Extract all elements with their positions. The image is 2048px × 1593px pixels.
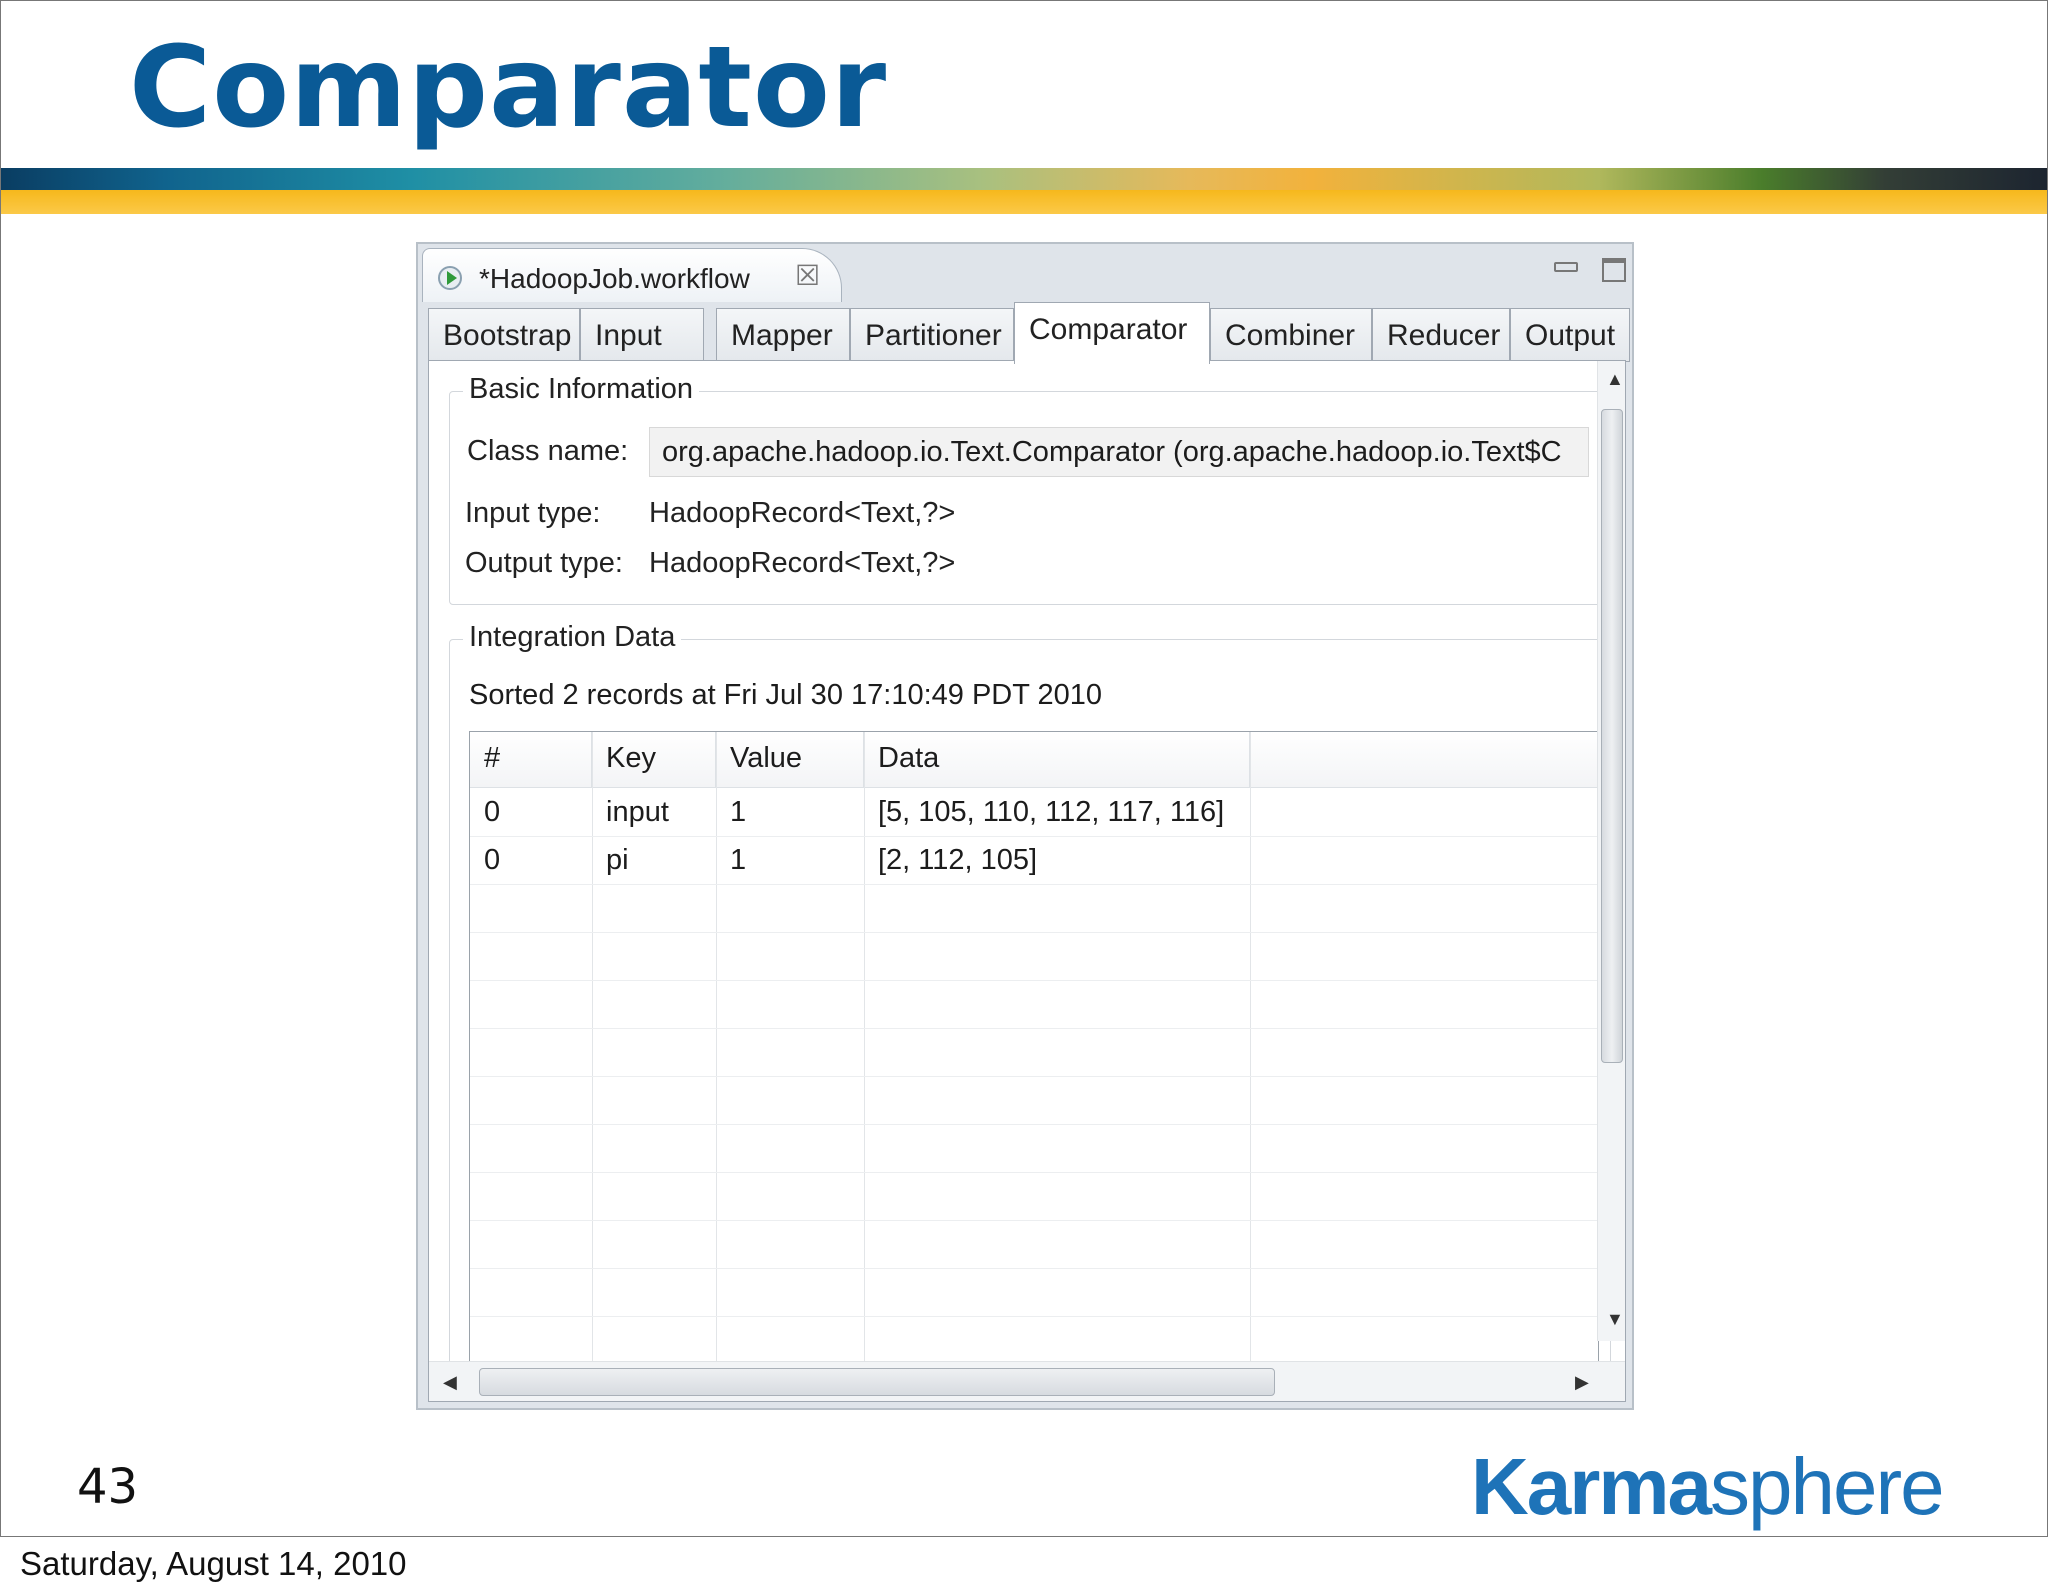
column-header-value[interactable]: Value bbox=[716, 732, 864, 788]
run-icon bbox=[438, 266, 462, 290]
input-type-value: HadoopRecord<Text,?> bbox=[649, 497, 956, 529]
row-divider bbox=[470, 884, 1598, 885]
horizontal-scroll-thumb[interactable] bbox=[479, 1368, 1275, 1396]
row-divider bbox=[470, 1172, 1598, 1173]
table-cell-index: 0 bbox=[484, 796, 501, 828]
output-type-value: HadoopRecord<Text,?> bbox=[649, 547, 956, 579]
records-table[interactable]: # Key Value Data 0 input 1 [5, 105, 110,… bbox=[469, 731, 1600, 1401]
output-type-label: Output type: bbox=[465, 547, 623, 579]
table-cell-key: pi bbox=[606, 844, 629, 876]
integration-data-title: Integration Data bbox=[463, 621, 682, 654]
row-divider bbox=[470, 1076, 1598, 1077]
table-cell-value: 1 bbox=[730, 796, 747, 828]
page-tabs: Bootstrap Input Mapper Partitioner Compa… bbox=[428, 302, 1630, 364]
tab-combiner[interactable]: Combiner bbox=[1210, 308, 1372, 362]
tab-reducer[interactable]: Reducer bbox=[1372, 308, 1510, 362]
page-number: 43 bbox=[77, 1459, 139, 1515]
row-divider bbox=[470, 1316, 1598, 1317]
vertical-scrollbar[interactable]: ▲ ▼ bbox=[1597, 361, 1625, 1341]
comparator-page: Basic Information Class name: org.apache… bbox=[428, 360, 1626, 1402]
workflow-editor: *HadoopJob.workflow ☒ Bootstrap Input Ma… bbox=[416, 242, 1634, 1410]
tab-input[interactable]: Input bbox=[580, 308, 704, 362]
editor-tab-label: *HadoopJob.workflow bbox=[479, 263, 750, 294]
basic-information-group bbox=[449, 391, 1611, 605]
sort-status: Sorted 2 records at Fri Jul 30 17:10:49 … bbox=[469, 679, 1102, 711]
karmasphere-logo: Karmasphere bbox=[1471, 1442, 1945, 1531]
scroll-right-icon[interactable]: ▶ bbox=[1575, 1372, 1589, 1393]
scroll-left-icon[interactable]: ◀ bbox=[443, 1372, 457, 1393]
slide-title: Comparator bbox=[129, 23, 888, 153]
column-header-key[interactable]: Key bbox=[592, 732, 716, 788]
table-cell-data: [5, 105, 110, 112, 117, 116] bbox=[878, 796, 1225, 828]
row-divider bbox=[470, 1124, 1598, 1125]
header-band-yellow bbox=[1, 190, 2047, 214]
scroll-up-icon[interactable]: ▲ bbox=[1606, 369, 1624, 390]
row-divider bbox=[470, 932, 1598, 933]
table-cell-data: [2, 112, 105] bbox=[878, 844, 1038, 876]
close-icon[interactable]: ☒ bbox=[795, 259, 820, 292]
row-divider bbox=[470, 1220, 1598, 1221]
row-divider bbox=[470, 1028, 1598, 1029]
tab-output[interactable]: Output bbox=[1510, 308, 1630, 362]
column-header-empty bbox=[1250, 732, 1600, 788]
maximize-icon[interactable] bbox=[1602, 258, 1626, 282]
row-divider bbox=[470, 836, 1598, 837]
footer-date: Saturday, August 14, 2010 bbox=[20, 1545, 407, 1582]
basic-information-title: Basic Information bbox=[463, 373, 700, 406]
tab-partitioner[interactable]: Partitioner bbox=[850, 308, 1014, 362]
column-divider bbox=[1250, 732, 1251, 1401]
class-name-label: Class name: bbox=[467, 435, 629, 467]
table-cell-index: 0 bbox=[484, 844, 501, 876]
column-header-index[interactable]: # bbox=[470, 732, 592, 788]
column-divider bbox=[864, 732, 865, 1401]
table-cell-value: 1 bbox=[730, 844, 747, 876]
slide: Comparator *HadoopJob.workflow ☒ Bootstr… bbox=[0, 0, 2048, 1537]
column-divider bbox=[716, 732, 717, 1401]
tab-bootstrap[interactable]: Bootstrap bbox=[428, 308, 580, 362]
vertical-scroll-thumb[interactable] bbox=[1601, 409, 1623, 1063]
class-name-field[interactable]: org.apache.hadoop.io.Text.Comparator (or… bbox=[649, 427, 1589, 477]
scroll-down-icon[interactable]: ▼ bbox=[1606, 1309, 1624, 1330]
tab-mapper[interactable]: Mapper bbox=[716, 308, 850, 362]
row-divider bbox=[470, 1268, 1598, 1269]
row-divider bbox=[470, 980, 1598, 981]
input-type-label: Input type: bbox=[465, 497, 601, 529]
minimize-icon[interactable] bbox=[1554, 262, 1578, 272]
column-divider bbox=[592, 732, 593, 1401]
table-cell-key: input bbox=[606, 796, 669, 828]
editor-tab[interactable]: *HadoopJob.workflow ☒ bbox=[422, 248, 842, 302]
tab-comparator[interactable]: Comparator bbox=[1014, 302, 1210, 364]
header-band bbox=[1, 168, 2047, 190]
column-header-data[interactable]: Data bbox=[864, 732, 1250, 788]
horizontal-scrollbar[interactable]: ◀ ▶ bbox=[429, 1361, 1625, 1401]
